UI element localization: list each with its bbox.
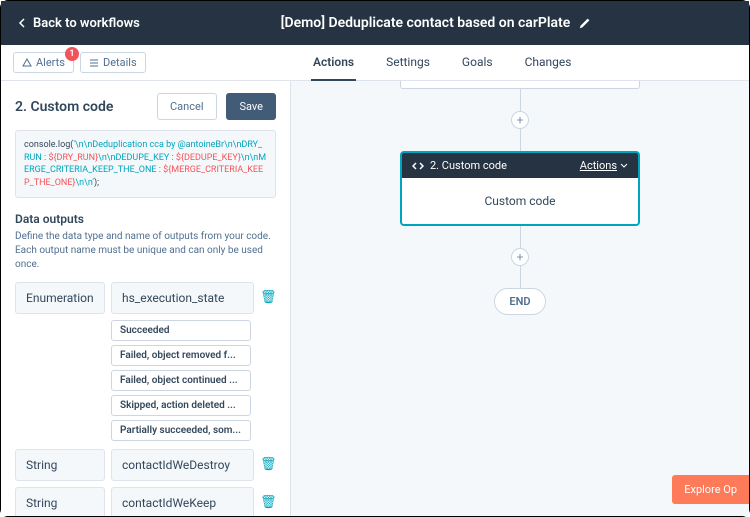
enum-value[interactable]: Succeeded [111, 320, 251, 341]
node-actions-menu[interactable]: Actions [580, 159, 628, 172]
previous-node-stub [400, 81, 640, 89]
tab-actions[interactable]: Actions [311, 45, 356, 81]
alert-icon [22, 58, 32, 68]
explore-button[interactable]: Explore Op [672, 475, 749, 504]
delete-icon[interactable]: 🗑 [260, 457, 276, 472]
app-header: Back to workflows [Demo] Deduplicate con… [1, 1, 749, 45]
workflow-title: [Demo] Deduplicate contact based on carP… [281, 15, 571, 31]
side-panel: 2. Custom code Cancel Save console.log('… [1, 81, 291, 516]
outputs-title: Data outputs [15, 212, 276, 226]
cancel-button[interactable]: Cancel [157, 93, 216, 120]
output-row: Enumeration hs_execution_state 🗑 [15, 282, 276, 314]
back-label: Back to workflows [33, 16, 140, 31]
code-snippet[interactable]: console.log('\n\nDeduplication cca by @a… [15, 130, 276, 198]
nav-tabs: Actions Settings Goals Changes [291, 45, 749, 80]
output-name[interactable]: hs_execution_state [111, 282, 254, 314]
delete-icon[interactable]: 🗑 [260, 495, 276, 510]
workflow-node[interactable]: 2. Custom code Actions Custom code [400, 151, 640, 226]
add-step-button[interactable]: + [511, 111, 529, 129]
delete-icon[interactable]: 🗑 [260, 290, 276, 305]
node-title: 2. Custom code [430, 159, 507, 172]
workflow-canvas[interactable]: + 2. Custom code Actions Custom code + [291, 81, 749, 516]
output-name[interactable]: contactIdWeDestroy [111, 449, 254, 481]
enum-value[interactable]: Failed, object removed f... [111, 345, 251, 366]
add-step-button[interactable]: + [511, 248, 529, 266]
chevron-left-icon [17, 18, 27, 28]
tab-changes[interactable]: Changes [523, 45, 574, 81]
alerts-button[interactable]: Alerts 1 [13, 52, 74, 73]
output-row: String contactIdWeDestroy 🗑 [15, 449, 276, 481]
enum-values: Succeeded Failed, object removed f... Fa… [111, 320, 276, 441]
panel-title: 2. Custom code [15, 99, 113, 115]
code-icon [412, 160, 424, 172]
output-type[interactable]: String [15, 487, 105, 516]
end-node: END [494, 288, 545, 315]
details-button[interactable]: Details [80, 52, 146, 73]
output-type[interactable]: String [15, 449, 105, 481]
back-link[interactable]: Back to workflows [17, 16, 140, 31]
enum-value[interactable]: Skipped, action deleted ... [111, 395, 251, 416]
node-body: Custom code [402, 178, 638, 224]
pencil-icon[interactable] [578, 16, 592, 30]
tab-settings[interactable]: Settings [384, 45, 432, 81]
list-icon [89, 58, 99, 68]
sub-toolbar: Alerts 1 Details Actions Settings Goals … [1, 45, 749, 81]
outputs-desc: Define the data type and name of outputs… [15, 230, 276, 272]
alerts-badge: 1 [65, 47, 79, 61]
output-name[interactable]: contactIdWeKeep [111, 487, 254, 516]
tab-goals[interactable]: Goals [460, 45, 495, 81]
enum-value[interactable]: Partially succeeded, som... [111, 420, 251, 441]
enum-value[interactable]: Failed, object continued ... [111, 370, 251, 391]
save-button[interactable]: Save [226, 93, 276, 120]
output-row: String contactIdWeKeep 🗑 [15, 487, 276, 516]
chevron-down-icon [620, 163, 628, 168]
output-type[interactable]: Enumeration [15, 282, 105, 314]
